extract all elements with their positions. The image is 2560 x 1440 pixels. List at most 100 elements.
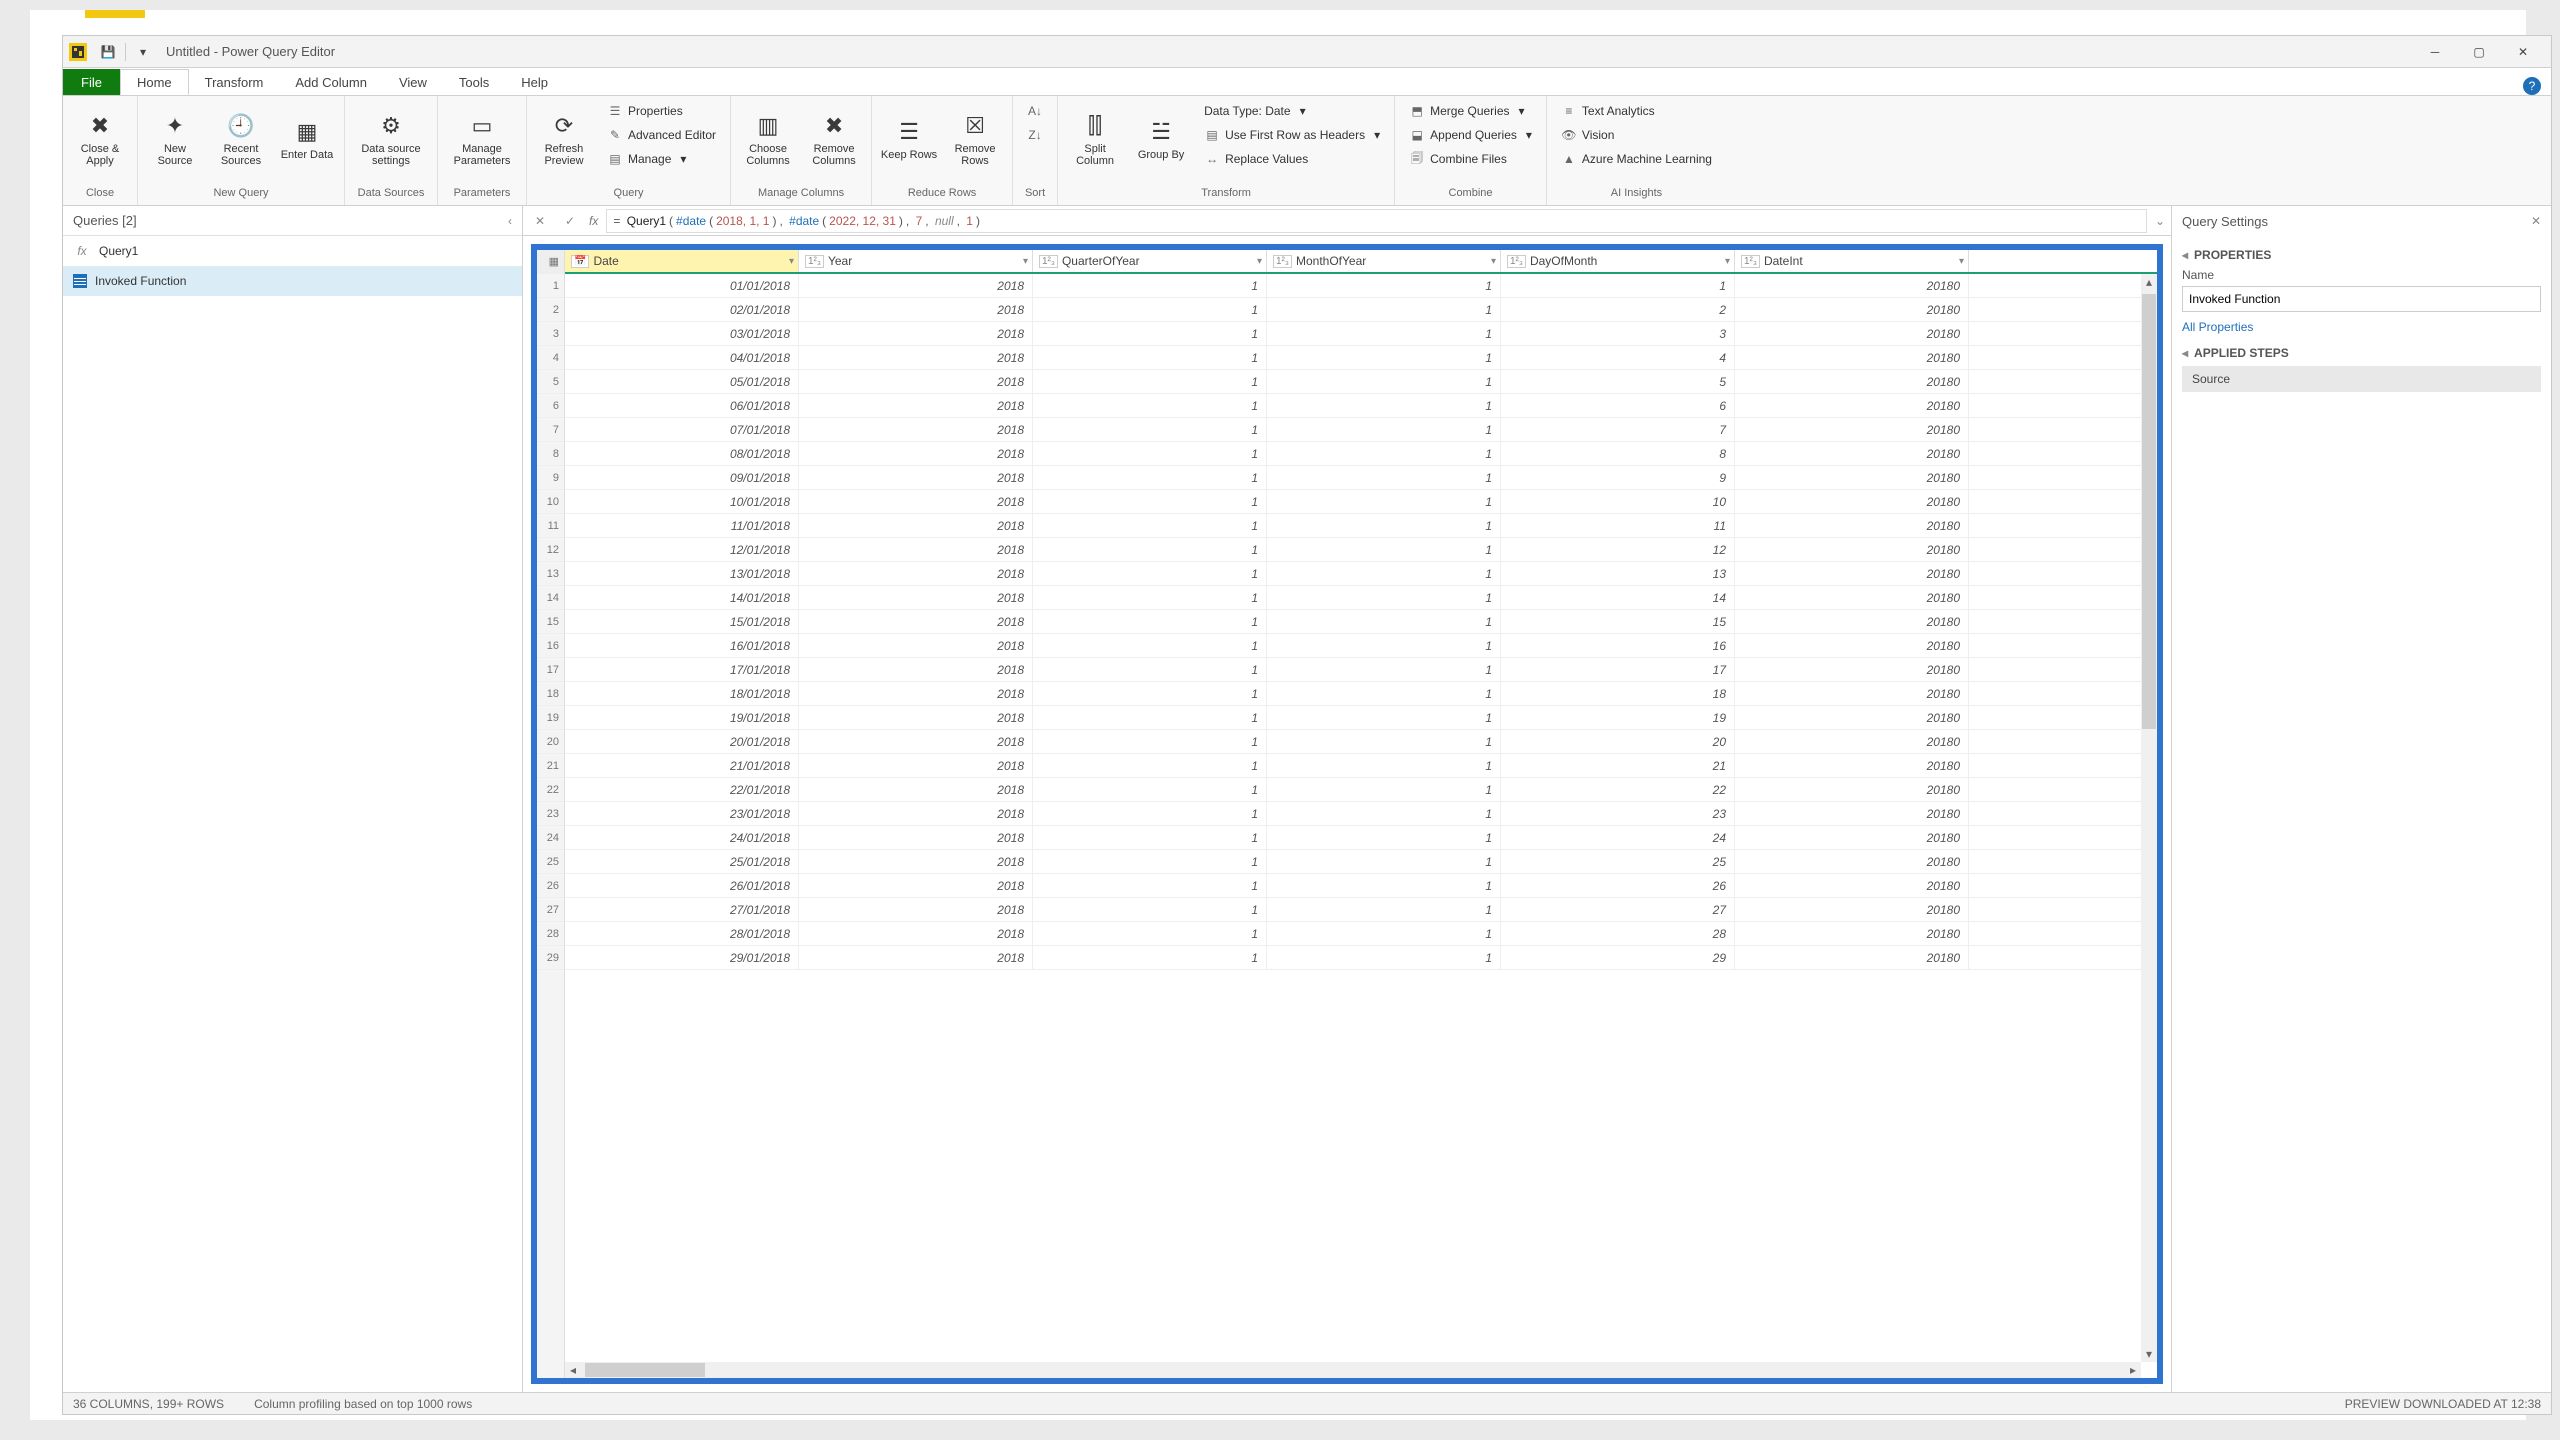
row-number[interactable]: 9: [537, 466, 564, 490]
cell[interactable]: 28/01/2018: [565, 922, 799, 945]
cell[interactable]: 20180: [1735, 682, 1969, 705]
cell[interactable]: 26: [1501, 874, 1735, 897]
cell[interactable]: 1: [1267, 922, 1501, 945]
cell[interactable]: 23/01/2018: [565, 802, 799, 825]
cell[interactable]: 2018: [799, 298, 1033, 321]
table-row[interactable]: 17/01/20182018111720180: [565, 658, 2157, 682]
row-number[interactable]: 7: [537, 418, 564, 442]
cell[interactable]: 20180: [1735, 442, 1969, 465]
table-row[interactable]: 15/01/20182018111520180: [565, 610, 2157, 634]
table-row[interactable]: 13/01/20182018111320180: [565, 562, 2157, 586]
cell[interactable]: 1: [1267, 634, 1501, 657]
cell[interactable]: 1: [1033, 322, 1267, 345]
azure-ml-button[interactable]: ▲Azure Machine Learning: [1557, 148, 1716, 170]
cell[interactable]: 1: [1267, 898, 1501, 921]
tab-add-column[interactable]: Add Column: [279, 69, 383, 95]
cell[interactable]: 1: [1267, 706, 1501, 729]
cell[interactable]: 1: [1267, 802, 1501, 825]
cell[interactable]: 10: [1501, 490, 1735, 513]
row-number[interactable]: 6: [537, 394, 564, 418]
cell[interactable]: 1: [1033, 802, 1267, 825]
sort-asc-button[interactable]: A↓: [1023, 100, 1047, 122]
all-properties-link[interactable]: All Properties: [2182, 320, 2253, 334]
combine-files-button[interactable]: 🗐Combine Files: [1405, 148, 1536, 170]
cell[interactable]: 2018: [799, 778, 1033, 801]
table-row[interactable]: 26/01/20182018112620180: [565, 874, 2157, 898]
table-row[interactable]: 05/01/2018201811520180: [565, 370, 2157, 394]
cell[interactable]: 28: [1501, 922, 1735, 945]
chevron-down-icon[interactable]: ▾: [1725, 256, 1730, 267]
cell[interactable]: 1: [1033, 298, 1267, 321]
table-row[interactable]: 06/01/2018201811620180: [565, 394, 2157, 418]
grid-body[interactable]: 01/01/201820181112018002/01/201820181122…: [565, 274, 2157, 970]
scroll-left-icon[interactable]: ◂: [565, 1362, 581, 1378]
chevron-icon[interactable]: ◂: [2182, 346, 2188, 360]
cell[interactable]: 2018: [799, 634, 1033, 657]
cell[interactable]: 1: [1267, 826, 1501, 849]
cell[interactable]: 06/01/2018: [565, 394, 799, 417]
cell[interactable]: 1: [1267, 874, 1501, 897]
cell[interactable]: 16/01/2018: [565, 634, 799, 657]
refresh-preview-button[interactable]: ⟳Refresh Preview: [533, 100, 595, 178]
cell[interactable]: 1: [1267, 394, 1501, 417]
cell[interactable]: 2018: [799, 946, 1033, 969]
cell[interactable]: 14: [1501, 586, 1735, 609]
cell[interactable]: 1: [1033, 370, 1267, 393]
choose-columns-button[interactable]: ▥Choose Columns: [737, 100, 799, 178]
cell[interactable]: 2018: [799, 370, 1033, 393]
tab-help[interactable]: Help: [505, 69, 564, 95]
cell[interactable]: 1: [1267, 778, 1501, 801]
cell[interactable]: 1: [1267, 370, 1501, 393]
chevron-down-icon[interactable]: ▾: [1023, 256, 1028, 267]
row-number[interactable]: 22: [537, 778, 564, 802]
cell[interactable]: 20180: [1735, 370, 1969, 393]
cell[interactable]: 2018: [799, 874, 1033, 897]
cell[interactable]: 1: [1033, 466, 1267, 489]
recent-sources-button[interactable]: 🕘Recent Sources: [210, 100, 272, 178]
cell[interactable]: 2018: [799, 538, 1033, 561]
text-analytics-button[interactable]: ≡Text Analytics: [1557, 100, 1716, 122]
replace-values-button[interactable]: ↔Replace Values: [1200, 148, 1384, 170]
expand-formula-icon[interactable]: ⌄: [2155, 214, 2165, 228]
cell[interactable]: 1: [1033, 658, 1267, 681]
cell[interactable]: 1: [1033, 682, 1267, 705]
cell[interactable]: 20180: [1735, 586, 1969, 609]
formula-input[interactable]: = Query1(#date(2018, 1, 1), #date(2022, …: [606, 209, 2147, 233]
cell[interactable]: 1: [1267, 298, 1501, 321]
cell[interactable]: 27: [1501, 898, 1735, 921]
table-row[interactable]: 24/01/20182018112420180: [565, 826, 2157, 850]
close-button[interactable]: ✕: [2501, 38, 2545, 66]
cell[interactable]: 11: [1501, 514, 1735, 537]
cell[interactable]: 2018: [799, 418, 1033, 441]
cell[interactable]: 1: [1033, 874, 1267, 897]
cell[interactable]: 1: [1501, 274, 1735, 297]
cell[interactable]: 13/01/2018: [565, 562, 799, 585]
cell[interactable]: 1: [1267, 946, 1501, 969]
cell[interactable]: 2018: [799, 442, 1033, 465]
cell[interactable]: 27/01/2018: [565, 898, 799, 921]
table-row[interactable]: 12/01/20182018111220180: [565, 538, 2157, 562]
column-header-month[interactable]: 1²₃MonthOfYear▾: [1267, 250, 1501, 272]
row-number[interactable]: 4: [537, 346, 564, 370]
cell[interactable]: 16: [1501, 634, 1735, 657]
horizontal-scrollbar[interactable]: ◂ ▸: [565, 1362, 2141, 1378]
cell[interactable]: 20180: [1735, 322, 1969, 345]
cell[interactable]: 2018: [799, 922, 1033, 945]
table-row[interactable]: 23/01/20182018112320180: [565, 802, 2157, 826]
cell[interactable]: 09/01/2018: [565, 466, 799, 489]
scroll-right-icon[interactable]: ▸: [2125, 1362, 2141, 1378]
row-number[interactable]: 8: [537, 442, 564, 466]
sort-desc-button[interactable]: Z↓: [1023, 124, 1047, 146]
cell[interactable]: 2018: [799, 730, 1033, 753]
qat-dropdown-icon[interactable]: ▾: [130, 39, 156, 65]
scroll-up-icon[interactable]: ▴: [2141, 274, 2157, 290]
column-header-day[interactable]: 1²₃DayOfMonth▾: [1501, 250, 1735, 272]
cell[interactable]: 18: [1501, 682, 1735, 705]
cell[interactable]: 1: [1033, 610, 1267, 633]
properties-button[interactable]: ☰Properties: [603, 100, 720, 122]
cell[interactable]: 20180: [1735, 898, 1969, 921]
row-number[interactable]: 2: [537, 298, 564, 322]
cell[interactable]: 20180: [1735, 466, 1969, 489]
cell[interactable]: 20180: [1735, 850, 1969, 873]
query-name-input[interactable]: [2182, 286, 2541, 312]
